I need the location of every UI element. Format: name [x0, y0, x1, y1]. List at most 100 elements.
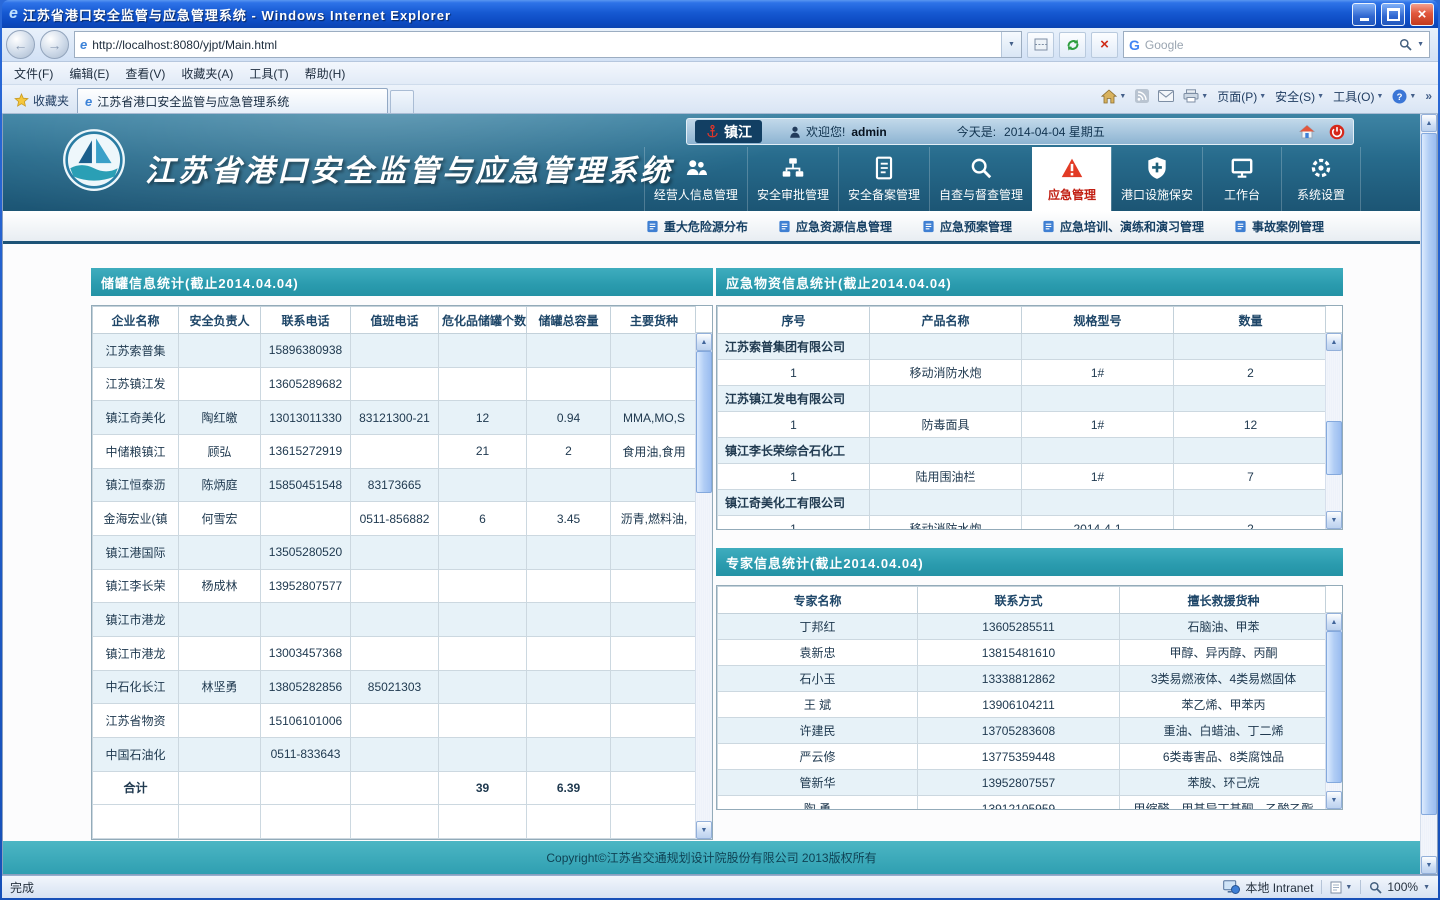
table-cell: 1# — [1021, 359, 1174, 386]
zoom-control[interactable]: 100% ▼ — [1369, 880, 1430, 894]
subnav-item[interactable]: 应急资源信息管理 — [778, 218, 892, 235]
table-row[interactable]: 江苏省物资 15106101006 — [92, 703, 698, 738]
page-menu-button[interactable]: 页面(P) ▼ — [1217, 88, 1266, 105]
subnav-item[interactable]: 事故案例管理 — [1234, 218, 1324, 235]
table-row[interactable]: 中储粮镇江 顾弘 13615272919 21 2 食用油,食用 — [92, 433, 698, 469]
nav-item-workbench[interactable]: 工作台 — [1202, 147, 1281, 211]
minimize-button[interactable] — [1352, 2, 1376, 26]
nav-item-document[interactable]: 安全备案管理 — [837, 147, 929, 211]
nav-item-warning[interactable]: 应急管理 — [1031, 147, 1111, 211]
nav-item-shield[interactable]: 港口设施保安 — [1110, 147, 1202, 211]
scroll-up-button[interactable]: ▲ — [1421, 114, 1437, 132]
supplies-scrollbar[interactable]: ▲ ▼ — [1325, 333, 1342, 529]
home-page-button[interactable] — [1299, 124, 1315, 140]
table-row[interactable]: 镇江恒泰沥 陈炳庭 15850451548 83173665 — [92, 467, 698, 503]
help-button[interactable]: ? ▼ — [1392, 89, 1416, 104]
new-tab-button[interactable] — [390, 90, 415, 113]
subnav-item[interactable]: 重大危险源分布 — [646, 218, 748, 235]
table-row[interactable]: 镇江市港龙 — [92, 602, 698, 637]
search-button[interactable] — [1399, 38, 1412, 51]
read-mail-button[interactable] — [1158, 90, 1175, 102]
table-row[interactable]: 江苏镇江发电有限公司 — [717, 385, 1328, 412]
home-button[interactable]: ▼ — [1101, 88, 1126, 104]
menu-item-4[interactable]: 工具(T) — [241, 63, 296, 84]
table-cell — [526, 602, 611, 637]
menu-item-2[interactable]: 查看(V) — [117, 63, 173, 84]
table-row[interactable]: 中国石油化 0511-833643 — [92, 736, 698, 772]
scroll-up-button[interactable]: ▲ — [696, 333, 712, 351]
stop-button[interactable]: × — [1091, 31, 1118, 58]
table-row[interactable]: 合计 39 6.39 — [92, 770, 698, 806]
protected-mode-button[interactable]: ▼ — [1330, 881, 1352, 894]
table-row[interactable]: 镇江港国际 13505280520 — [92, 534, 698, 570]
safety-menu-button[interactable]: 安全(S) ▼ — [1275, 88, 1324, 105]
address-bar[interactable]: e http://localhost:8080/yjpt/Main.html ▼ — [74, 31, 1022, 58]
forward-button[interactable]: → — [40, 30, 69, 59]
scroll-down-button[interactable]: ▼ — [696, 821, 712, 839]
table-row[interactable]: 1 陆用围油栏 1# 7 — [717, 463, 1328, 490]
scroll-thumb[interactable] — [1326, 421, 1342, 475]
table-row[interactable]: 许建民 13705283608 重油、白蜡油、丁二烯 — [717, 717, 1328, 744]
menu-item-3[interactable]: 收藏夹(A) — [173, 63, 241, 84]
overflow-chevron[interactable]: » — [1425, 89, 1432, 103]
scroll-thumb[interactable] — [696, 351, 712, 493]
table-row[interactable]: 镇江李长荣综合石化工 — [717, 437, 1328, 464]
page-scrollbar[interactable]: ▲ ▼ — [1420, 114, 1437, 874]
nav-item-gear[interactable]: 系统设置 — [1281, 147, 1361, 211]
table-row[interactable]: 镇江奇美化 陶红皦 13013011330 83121300-21 12 0.94 MMA,… — [92, 400, 698, 435]
table-row[interactable]: 1 移动消防水炮 2014-4-1 2 — [717, 515, 1328, 529]
table-row[interactable]: 江苏索普集团有限公司 — [717, 333, 1328, 360]
scroll-down-button[interactable]: ▼ — [1326, 511, 1342, 529]
table-row[interactable]: 管新华 13952807557 苯胺、环己烷 — [717, 769, 1328, 796]
scroll-up-button[interactable]: ▲ — [1326, 333, 1342, 351]
search-box[interactable]: G Google ▼ — [1123, 31, 1430, 58]
search-dropdown[interactable]: ▼ — [1417, 41, 1424, 48]
scroll-thumb[interactable] — [1326, 631, 1342, 783]
scroll-down-button[interactable]: ▼ — [1421, 856, 1437, 874]
nav-item-magnifier[interactable]: 自查与督查管理 — [928, 147, 1032, 211]
menu-item-5[interactable]: 帮助(H) — [297, 63, 354, 84]
close-button[interactable]: × — [1410, 2, 1434, 26]
table-row[interactable]: 镇江市港龙 13003457368 — [92, 635, 698, 671]
scroll-thumb[interactable] — [1421, 133, 1437, 815]
logout-button[interactable] — [1329, 124, 1345, 140]
table-row[interactable]: 丁邦红 13605285511 石脑油、甲苯 — [717, 613, 1328, 640]
table-row[interactable]: 袁新忠 13815481610 甲醇、异丙醇、丙酮 — [717, 639, 1328, 666]
nav-item-people[interactable]: 经营人信息管理 — [643, 147, 747, 211]
compatibility-view-button[interactable] — [1027, 31, 1054, 58]
maximize-button[interactable] — [1381, 2, 1405, 26]
tab-active[interactable]: e 江苏省港口安全监管与应急管理系统 — [77, 88, 389, 113]
table-row[interactable]: 严云修 13775359448 6类毒害品、8类腐蚀品 — [717, 743, 1328, 770]
refresh-button[interactable] — [1059, 31, 1086, 58]
table-row[interactable]: 金海宏业(镇 何雪宏 0511-856882 6 3.45 沥青,燃料油, — [92, 501, 698, 536]
subnav-item[interactable]: 应急预案管理 — [922, 218, 1012, 235]
table-row[interactable]: 江苏索普集 15896380938 — [92, 333, 698, 368]
subnav-item[interactable]: 应急培训、演练和演习管理 — [1042, 218, 1204, 235]
print-button[interactable]: ▼ — [1183, 89, 1208, 103]
nav-label: 应急管理 — [1047, 188, 1096, 202]
feeds-button[interactable] — [1135, 89, 1150, 103]
table-row[interactable]: 镇江奇美化工有限公司 — [717, 489, 1328, 516]
nav-item-orgchart[interactable]: 安全审批管理 — [746, 147, 838, 211]
scroll-up-button[interactable]: ▲ — [1326, 613, 1342, 631]
table-row[interactable]: 王 斌 13906104211 苯乙烯、甲苯丙 — [717, 691, 1328, 718]
table-row[interactable]: 镇江李长荣 杨成林 13952807577 — [92, 568, 698, 604]
menu-item-0[interactable]: 文件(F) — [6, 63, 61, 84]
table-cell: 镇江奇美化工有限公司 — [717, 489, 870, 516]
experts-scrollbar[interactable]: ▲ ▼ — [1325, 613, 1342, 809]
table-row[interactable]: 陶 勇 13912105959 甲缩醛、甲基异丁基酮、乙酸乙酯 — [717, 795, 1328, 809]
table-row[interactable]: 石小玉 13338812862 3类易燃液体、4类易燃固体 — [717, 665, 1328, 692]
back-button[interactable]: ← — [6, 30, 35, 59]
menu-item-1[interactable]: 编辑(E) — [61, 63, 117, 84]
scroll-down-button[interactable]: ▼ — [1326, 791, 1342, 809]
city-badge[interactable]: 镇江 — [695, 120, 762, 143]
table-row[interactable]: 中石化长江 林坚勇 13805282856 85021303 — [92, 669, 698, 705]
table-row[interactable]: 1 防毒面具 1# 12 — [717, 411, 1328, 438]
tank-scrollbar[interactable]: ▲ ▼ — [695, 333, 712, 839]
tools-menu-button[interactable]: 工具(O) ▼ — [1333, 88, 1383, 105]
table-row[interactable] — [92, 804, 698, 839]
table-row[interactable]: 1 移动消防水炮 1# 2 — [717, 359, 1328, 386]
address-dropdown[interactable]: ▼ — [1001, 32, 1021, 57]
table-row[interactable]: 江苏镇江发 13605289682 — [92, 366, 698, 402]
favorites-button[interactable]: 收藏夹 — [6, 89, 77, 111]
